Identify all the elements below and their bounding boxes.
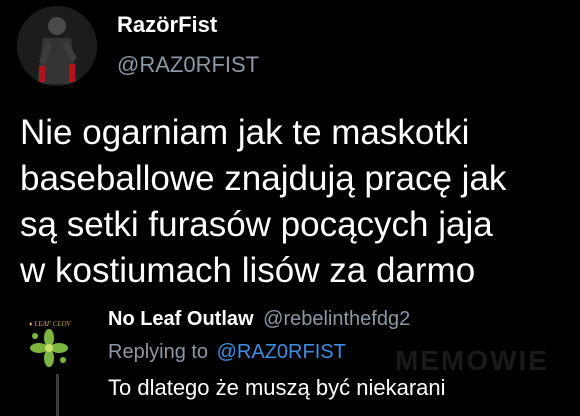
tweet-text-line: Nie ogarniam jak te maskotki — [20, 113, 470, 152]
tweet-text-line: w kostiumach lisów za darmo — [20, 251, 476, 290]
tweet-text: Nie ogarniam jak te maskotki baseballowe… — [20, 110, 575, 294]
author-name[interactable]: RazörFist — [117, 12, 217, 38]
leaf-logo-icon: ♦ LEAF CLOV — [29, 320, 71, 367]
svg-text:♦ LEAF CLOV: ♦ LEAF CLOV — [29, 320, 71, 328]
reply-header: No Leaf Outlaw @rebelinthefdg2 — [108, 308, 410, 331]
reply-author-handle[interactable]: @rebelinthefdg2 — [263, 308, 410, 330]
profile-photo-icon — [17, 6, 97, 86]
reply-tweet: ♦ LEAF CLOV No Leaf Outlaw @rebelinthefd… — [0, 300, 580, 416]
tweet-text-line: baseballowe znajdują pracę jak — [20, 159, 507, 198]
tweet-text-line: są setki furasów pocących jaja — [20, 205, 493, 244]
replying-to-label: Replying to — [108, 341, 209, 363]
replying-to-mention[interactable]: @RAZ0RFIST — [217, 341, 346, 363]
main-tweet: RazörFist @RAZ0RFIST Nie ogarniam jak te… — [0, 0, 580, 300]
reply-author-name[interactable]: No Leaf Outlaw — [108, 308, 254, 330]
reply-text: To dlatego że muszą być niekarani — [108, 375, 446, 400]
avatar[interactable] — [17, 6, 97, 86]
reply-avatar[interactable]: ♦ LEAF CLOV — [15, 314, 97, 374]
replying-to: Replying to @RAZ0RFIST — [108, 341, 346, 364]
author-handle[interactable]: @RAZ0RFIST — [117, 52, 259, 78]
thread-connector — [56, 374, 59, 416]
